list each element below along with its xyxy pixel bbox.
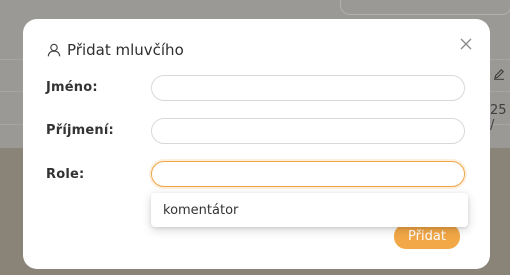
background-search-shape xyxy=(340,0,510,15)
role-suggestions-dropdown: komentátor xyxy=(151,193,468,227)
last-name-label: Příjmení: xyxy=(46,123,114,138)
user-icon xyxy=(47,43,61,57)
dialog-title-text: Přidat mluvčího xyxy=(67,41,184,59)
role-input[interactable] xyxy=(151,161,465,187)
pencil-icon xyxy=(493,68,505,83)
first-name-label: Jméno: xyxy=(46,80,98,95)
first-name-input[interactable] xyxy=(151,75,465,101)
close-button[interactable] xyxy=(455,33,477,55)
role-label: Role: xyxy=(46,167,85,182)
add-speaker-dialog: Přidat mluvčího Jméno: Příjmení: Role: P… xyxy=(23,19,490,269)
last-name-input[interactable] xyxy=(151,118,465,144)
background-page-count: 25 / xyxy=(490,103,507,133)
add-button[interactable]: Přidat xyxy=(394,224,460,249)
close-icon xyxy=(460,38,472,50)
dialog-title: Přidat mluvčího xyxy=(47,41,184,59)
role-option[interactable]: komentátor xyxy=(151,193,468,227)
